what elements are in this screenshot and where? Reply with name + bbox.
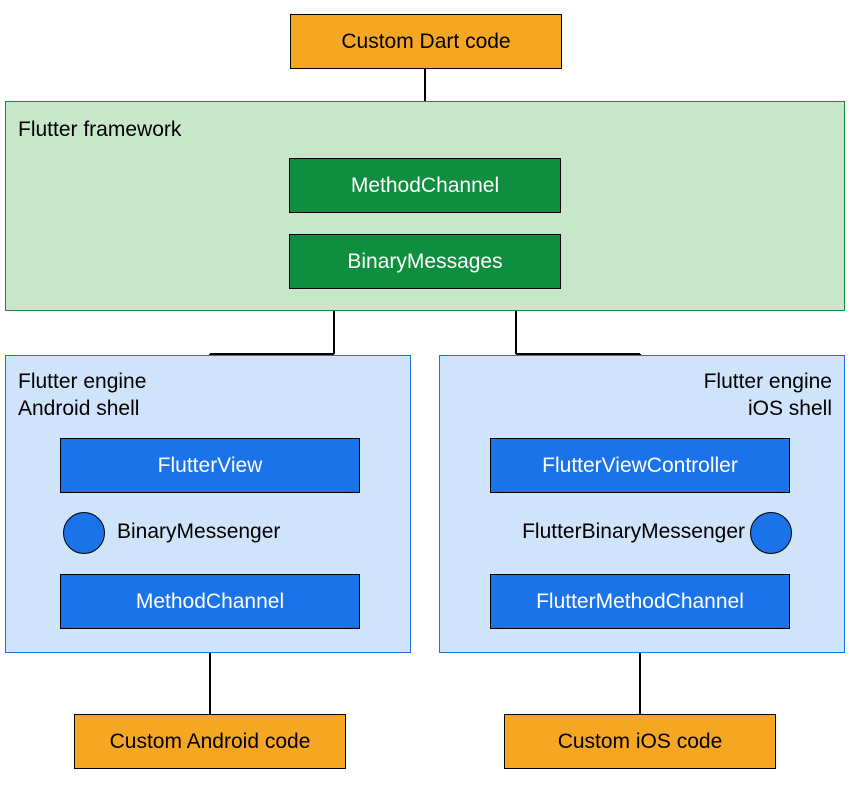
custom-dart-code-box: Custom Dart code [290, 14, 562, 69]
android-flutter-view-box: FlutterView [60, 438, 360, 493]
framework-method-channel-box: MethodChannel [289, 158, 561, 213]
flutter-framework-title: Flutter framework [18, 116, 181, 143]
android-method-channel-box: MethodChannel [60, 574, 360, 629]
android-binary-messenger-icon [63, 512, 105, 554]
ios-binary-messenger-icon [750, 512, 792, 554]
android-binary-messenger-label: BinaryMessenger [117, 520, 280, 544]
android-shell-title: Flutter engine Android shell [18, 368, 146, 423]
ios-method-channel-box: FlutterMethodChannel [490, 574, 790, 629]
ios-title-line2: iOS shell [748, 397, 832, 420]
ios-binary-messenger-label: FlutterBinaryMessenger [455, 520, 745, 544]
custom-ios-code-box: Custom iOS code [504, 714, 776, 769]
android-title-line2: Android shell [18, 397, 139, 420]
framework-binary-messages-box: BinaryMessages [289, 234, 561, 289]
ios-shell-title: Flutter engine iOS shell [704, 368, 832, 423]
ios-flutter-view-controller-box: FlutterViewController [490, 438, 790, 493]
custom-android-code-box: Custom Android code [74, 714, 346, 769]
ios-title-line1: Flutter engine [704, 370, 832, 393]
android-title-line1: Flutter engine [18, 370, 146, 393]
